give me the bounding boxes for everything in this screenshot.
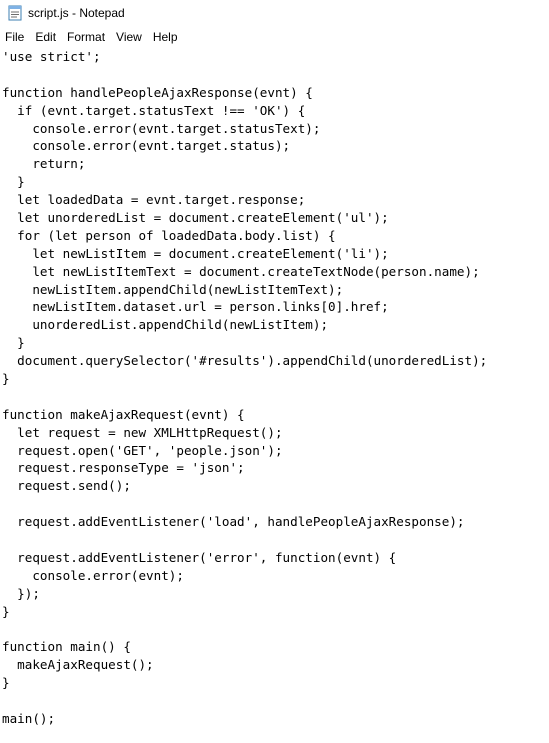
menu-view[interactable]: View — [115, 28, 148, 46]
code-line: } — [2, 371, 10, 387]
code-line: let unorderedList = document.createEleme… — [2, 210, 389, 226]
notepad-file-icon — [8, 5, 22, 21]
code-line: let newListItemText = document.createTex… — [2, 263, 480, 279]
code-line: request.addEventListener('error', functi… — [2, 549, 397, 565]
code-line: if (evnt.target.statusText !== 'OK') { — [2, 102, 306, 118]
code-line: let loadedData = evnt.target.response; — [2, 192, 306, 208]
code-line: function handlePeopleAjaxResponse(evnt) … — [2, 84, 313, 100]
code-line: console.error(evnt); — [2, 567, 184, 583]
code-line: } — [2, 675, 10, 691]
menu-format[interactable]: Format — [66, 28, 111, 46]
title-bar[interactable]: script.js - Notepad — [0, 0, 549, 26]
code-line: request.send(); — [2, 478, 131, 494]
code-line: document.querySelector('#results').appen… — [2, 353, 488, 369]
code-line: request.addEventListener('load', handleP… — [2, 514, 465, 530]
notepad-window: script.js - Notepad File Edit Format Vie… — [0, 0, 549, 743]
menu-edit[interactable]: Edit — [34, 28, 62, 46]
code-line: console.error(evnt.target.statusText); — [2, 120, 321, 136]
window-title: script.js - Notepad — [28, 6, 125, 20]
menu-help[interactable]: Help — [152, 28, 184, 46]
text-editor-area[interactable]: 'use strict'; function handlePeopleAjaxRe… — [0, 48, 549, 743]
code-line: request.open('GET', 'people.json'); — [2, 442, 283, 458]
code-line: main(); — [2, 710, 56, 726]
menu-file[interactable]: File — [4, 28, 30, 46]
code-line: console.error(evnt.target.status); — [2, 138, 291, 154]
code-line: } — [2, 174, 25, 190]
code-line: } — [2, 335, 25, 351]
code-line: 'use strict'; — [2, 49, 101, 64]
code-line: newListItem.appendChild(newListItemText)… — [2, 281, 344, 297]
code-line: let newListItem = document.createElement… — [2, 245, 389, 261]
code-line: unorderedList.appendChild(newListItem); — [2, 317, 329, 333]
code-line: request.responseType = 'json'; — [2, 460, 245, 476]
menu-bar: File Edit Format View Help — [0, 26, 549, 48]
code-line: }); — [2, 585, 40, 601]
code-line: return; — [2, 156, 86, 172]
code-line: newListItem.dataset.url = person.links[0… — [2, 299, 389, 315]
code-line: for (let person of loadedData.body.list)… — [2, 227, 336, 243]
code-line: let request = new XMLHttpRequest(); — [2, 424, 283, 440]
code-line: function main() { — [2, 639, 131, 655]
code-line: } — [2, 603, 10, 619]
code-line: makeAjaxRequest(); — [2, 657, 154, 673]
code-line: function makeAjaxRequest(evnt) { — [2, 406, 245, 422]
